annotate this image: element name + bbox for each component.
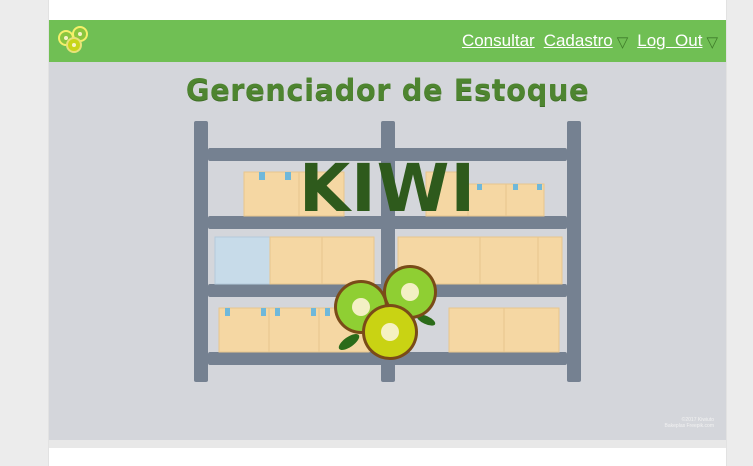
credit-line-2: Bakeplas Freepik.com xyxy=(664,423,714,429)
image-credit: ©2017 Kiwiuto Bakeplas Freepik.com xyxy=(665,417,714,429)
logout-dropdown-icon[interactable]: ▽ xyxy=(706,35,718,50)
cadastro-link[interactable]: Cadastro xyxy=(544,31,613,51)
kiwi-logo-icon[interactable] xyxy=(57,24,91,54)
nav-links: Consultar Cadastro ▽ Log Out ▽ xyxy=(462,30,718,52)
brand-logo-text: KIWI xyxy=(298,150,477,227)
warehouse-shelves-illustration xyxy=(194,121,581,382)
footer-divider xyxy=(49,440,726,448)
page-container: Consultar Cadastro ▽ Log Out ▽ Gerenciad… xyxy=(49,0,726,466)
top-navbar: Consultar Cadastro ▽ Log Out ▽ xyxy=(49,20,726,62)
cadastro-dropdown-icon[interactable]: ▽ xyxy=(617,35,629,50)
logout-menu[interactable]: Log Out ▽ xyxy=(637,31,718,51)
consultar-link[interactable]: Consultar xyxy=(462,31,535,51)
hero-title: Gerenciador de Estoque xyxy=(185,73,590,107)
logout-link[interactable]: Log Out xyxy=(637,31,702,51)
hero-banner: Gerenciador de Estoque KIWI ©2017 Kiwiut… xyxy=(49,62,726,440)
cadastro-menu[interactable]: Cadastro ▽ xyxy=(544,31,629,51)
